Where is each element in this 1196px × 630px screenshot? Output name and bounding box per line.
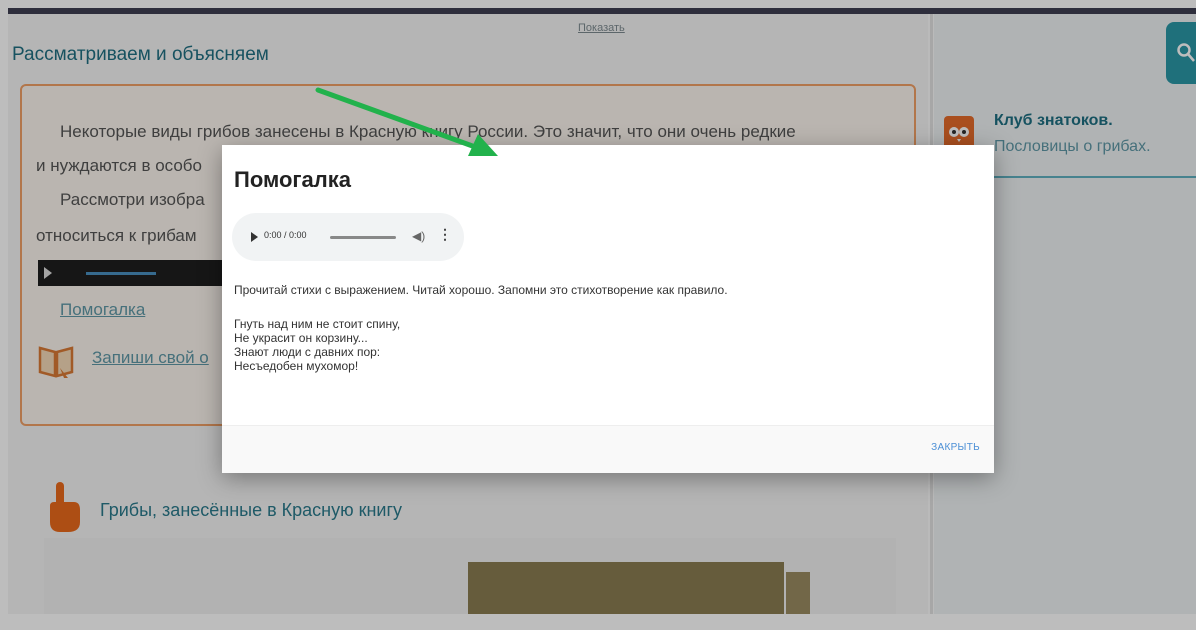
green-arrow-icon <box>315 87 498 156</box>
